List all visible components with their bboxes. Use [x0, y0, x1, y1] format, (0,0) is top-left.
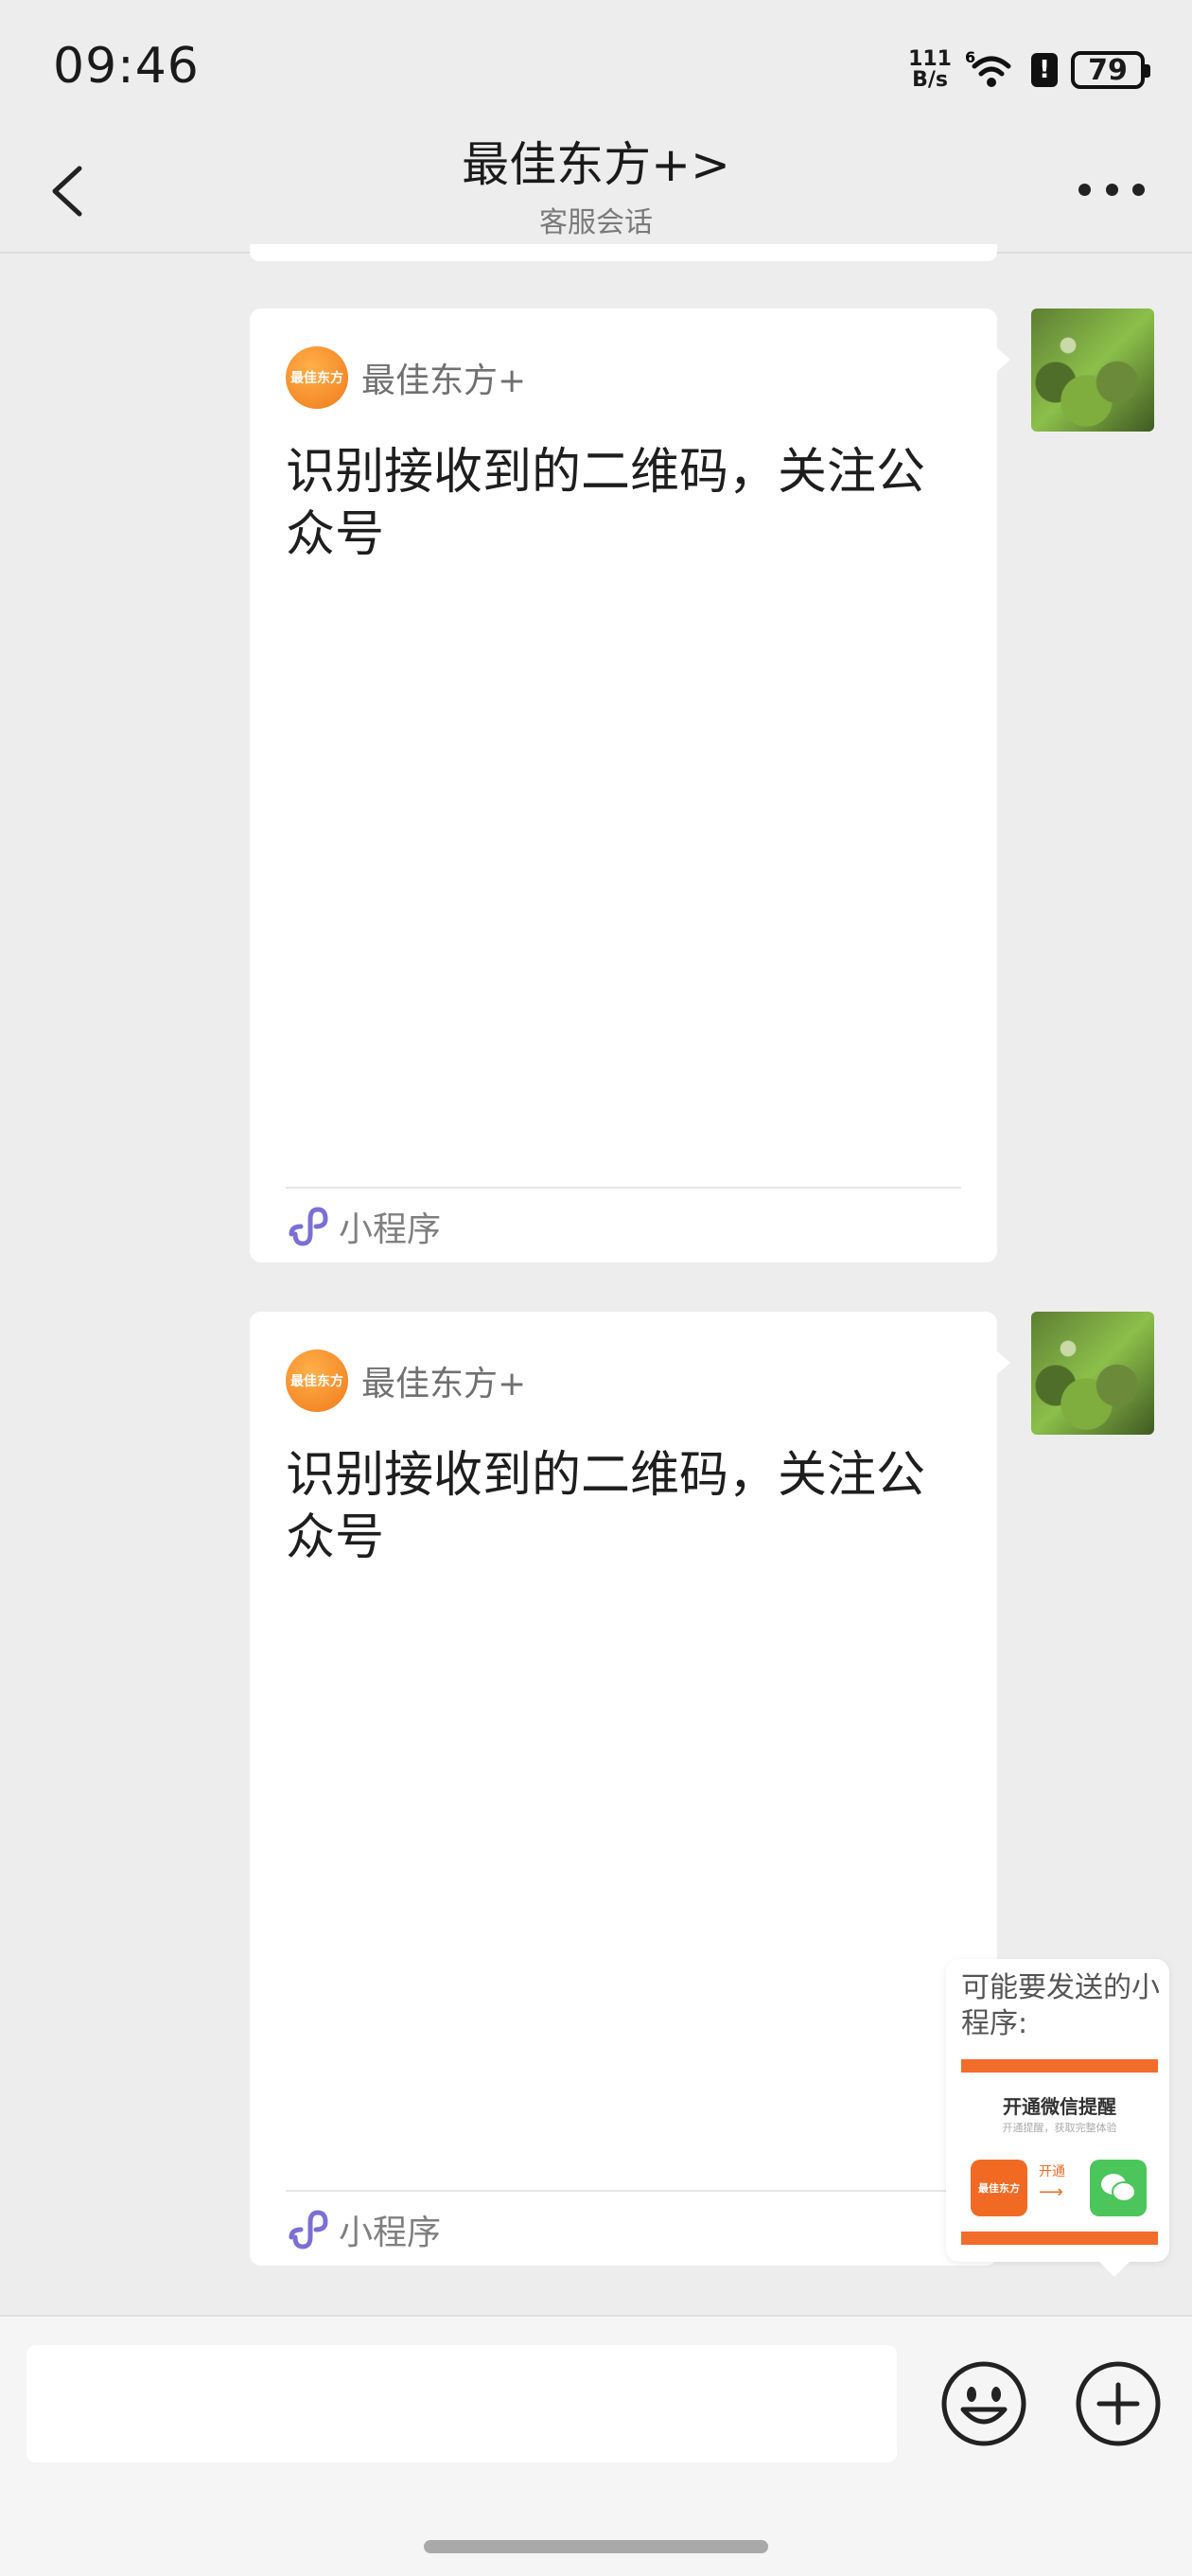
chevron-right-icon: >	[691, 137, 730, 192]
status-icons: 111 B/s 6 ! 79	[908, 42, 1150, 98]
alert-icon: !	[1031, 53, 1058, 87]
nav-bar: 最佳东方+> 客服会话	[0, 132, 1192, 254]
user-avatar[interactable]	[1031, 1312, 1154, 1435]
popup-tail	[1099, 2262, 1130, 2277]
suggestion-title: 可能要发送的小程序:	[961, 1971, 1160, 2040]
user-avatar[interactable]	[1031, 309, 1154, 432]
brand-name: 最佳东方+	[361, 1365, 527, 1403]
card-footer: 小程序	[288, 1202, 441, 1251]
add-icon[interactable]	[1073, 2358, 1164, 2449]
mini-program-label: 小程序	[339, 2214, 442, 2252]
status-bar: 09:46 111 B/s 6 ! 79	[0, 0, 1192, 132]
preview-brand-logo: 最佳东方	[971, 2160, 1027, 2216]
card-message-text: 识别接收到的二维码，关注公众号	[286, 444, 926, 563]
previous-message-card[interactable]	[250, 244, 997, 261]
brand-name: 最佳东方+	[361, 362, 527, 400]
suggested-mini-program-popup[interactable]: 可能要发送的小程序: 开通微信提醒 开通提醒，获取完整体验 最佳东方 开通 ⟶	[946, 1959, 1169, 2277]
card-header: 最佳东方 最佳东方+	[286, 1350, 526, 1412]
mini-program-card[interactable]: 最佳东方 最佳东方+ 识别接收到的二维码，关注公众号 小程序	[250, 1312, 1010, 2266]
mini-program-card[interactable]: 最佳东方 最佳东方+ 识别接收到的二维码，关注公众号 小程序	[250, 309, 1010, 1262]
emoji-icon[interactable]	[938, 2358, 1029, 2449]
more-options-icon[interactable]	[1078, 178, 1145, 201]
card-header: 最佳东方 最佳东方+	[286, 346, 526, 409]
battery-indicator: 79	[1071, 51, 1150, 89]
preview-heading: 开通微信提醒	[1003, 2095, 1116, 2118]
wifi-icon: 6	[965, 49, 1011, 87]
arrow-right-icon: ⟶	[1039, 2182, 1063, 2202]
card-message-text: 识别接收到的二维码，关注公众号	[286, 1447, 926, 1566]
bubble-tail	[995, 1350, 1010, 1376]
message-input[interactable]	[26, 2345, 897, 2462]
network-speed: 111 B/s	[908, 47, 952, 92]
mini-program-label: 小程序	[339, 1210, 442, 1249]
home-indicator[interactable]	[424, 2540, 768, 2553]
mini-program-icon	[289, 2210, 328, 2250]
brand-logo: 最佳东方	[286, 346, 348, 409]
bubble-tail	[995, 346, 1010, 373]
wechat-icon	[1090, 2160, 1147, 2216]
chat-subtitle: 客服会话	[539, 206, 653, 239]
mini-program-icon	[289, 1207, 328, 1246]
card-footer: 小程序	[288, 2205, 441, 2254]
brand-logo: 最佳东方	[286, 1350, 348, 1412]
input-bar	[0, 2315, 1192, 2576]
suggestion-preview[interactable]: 开通微信提醒 开通提醒，获取完整体验 最佳东方 开通 ⟶	[961, 2059, 1158, 2245]
chat-title[interactable]: 最佳东方+>	[0, 132, 1192, 197]
status-time: 09:46	[53, 38, 200, 95]
preview-open-label: 开通	[1039, 2164, 1065, 2179]
preview-subtext: 开通提醒，获取完整体验	[1002, 2122, 1117, 2134]
card-divider	[286, 1187, 961, 1189]
card-divider	[286, 2190, 961, 2192]
